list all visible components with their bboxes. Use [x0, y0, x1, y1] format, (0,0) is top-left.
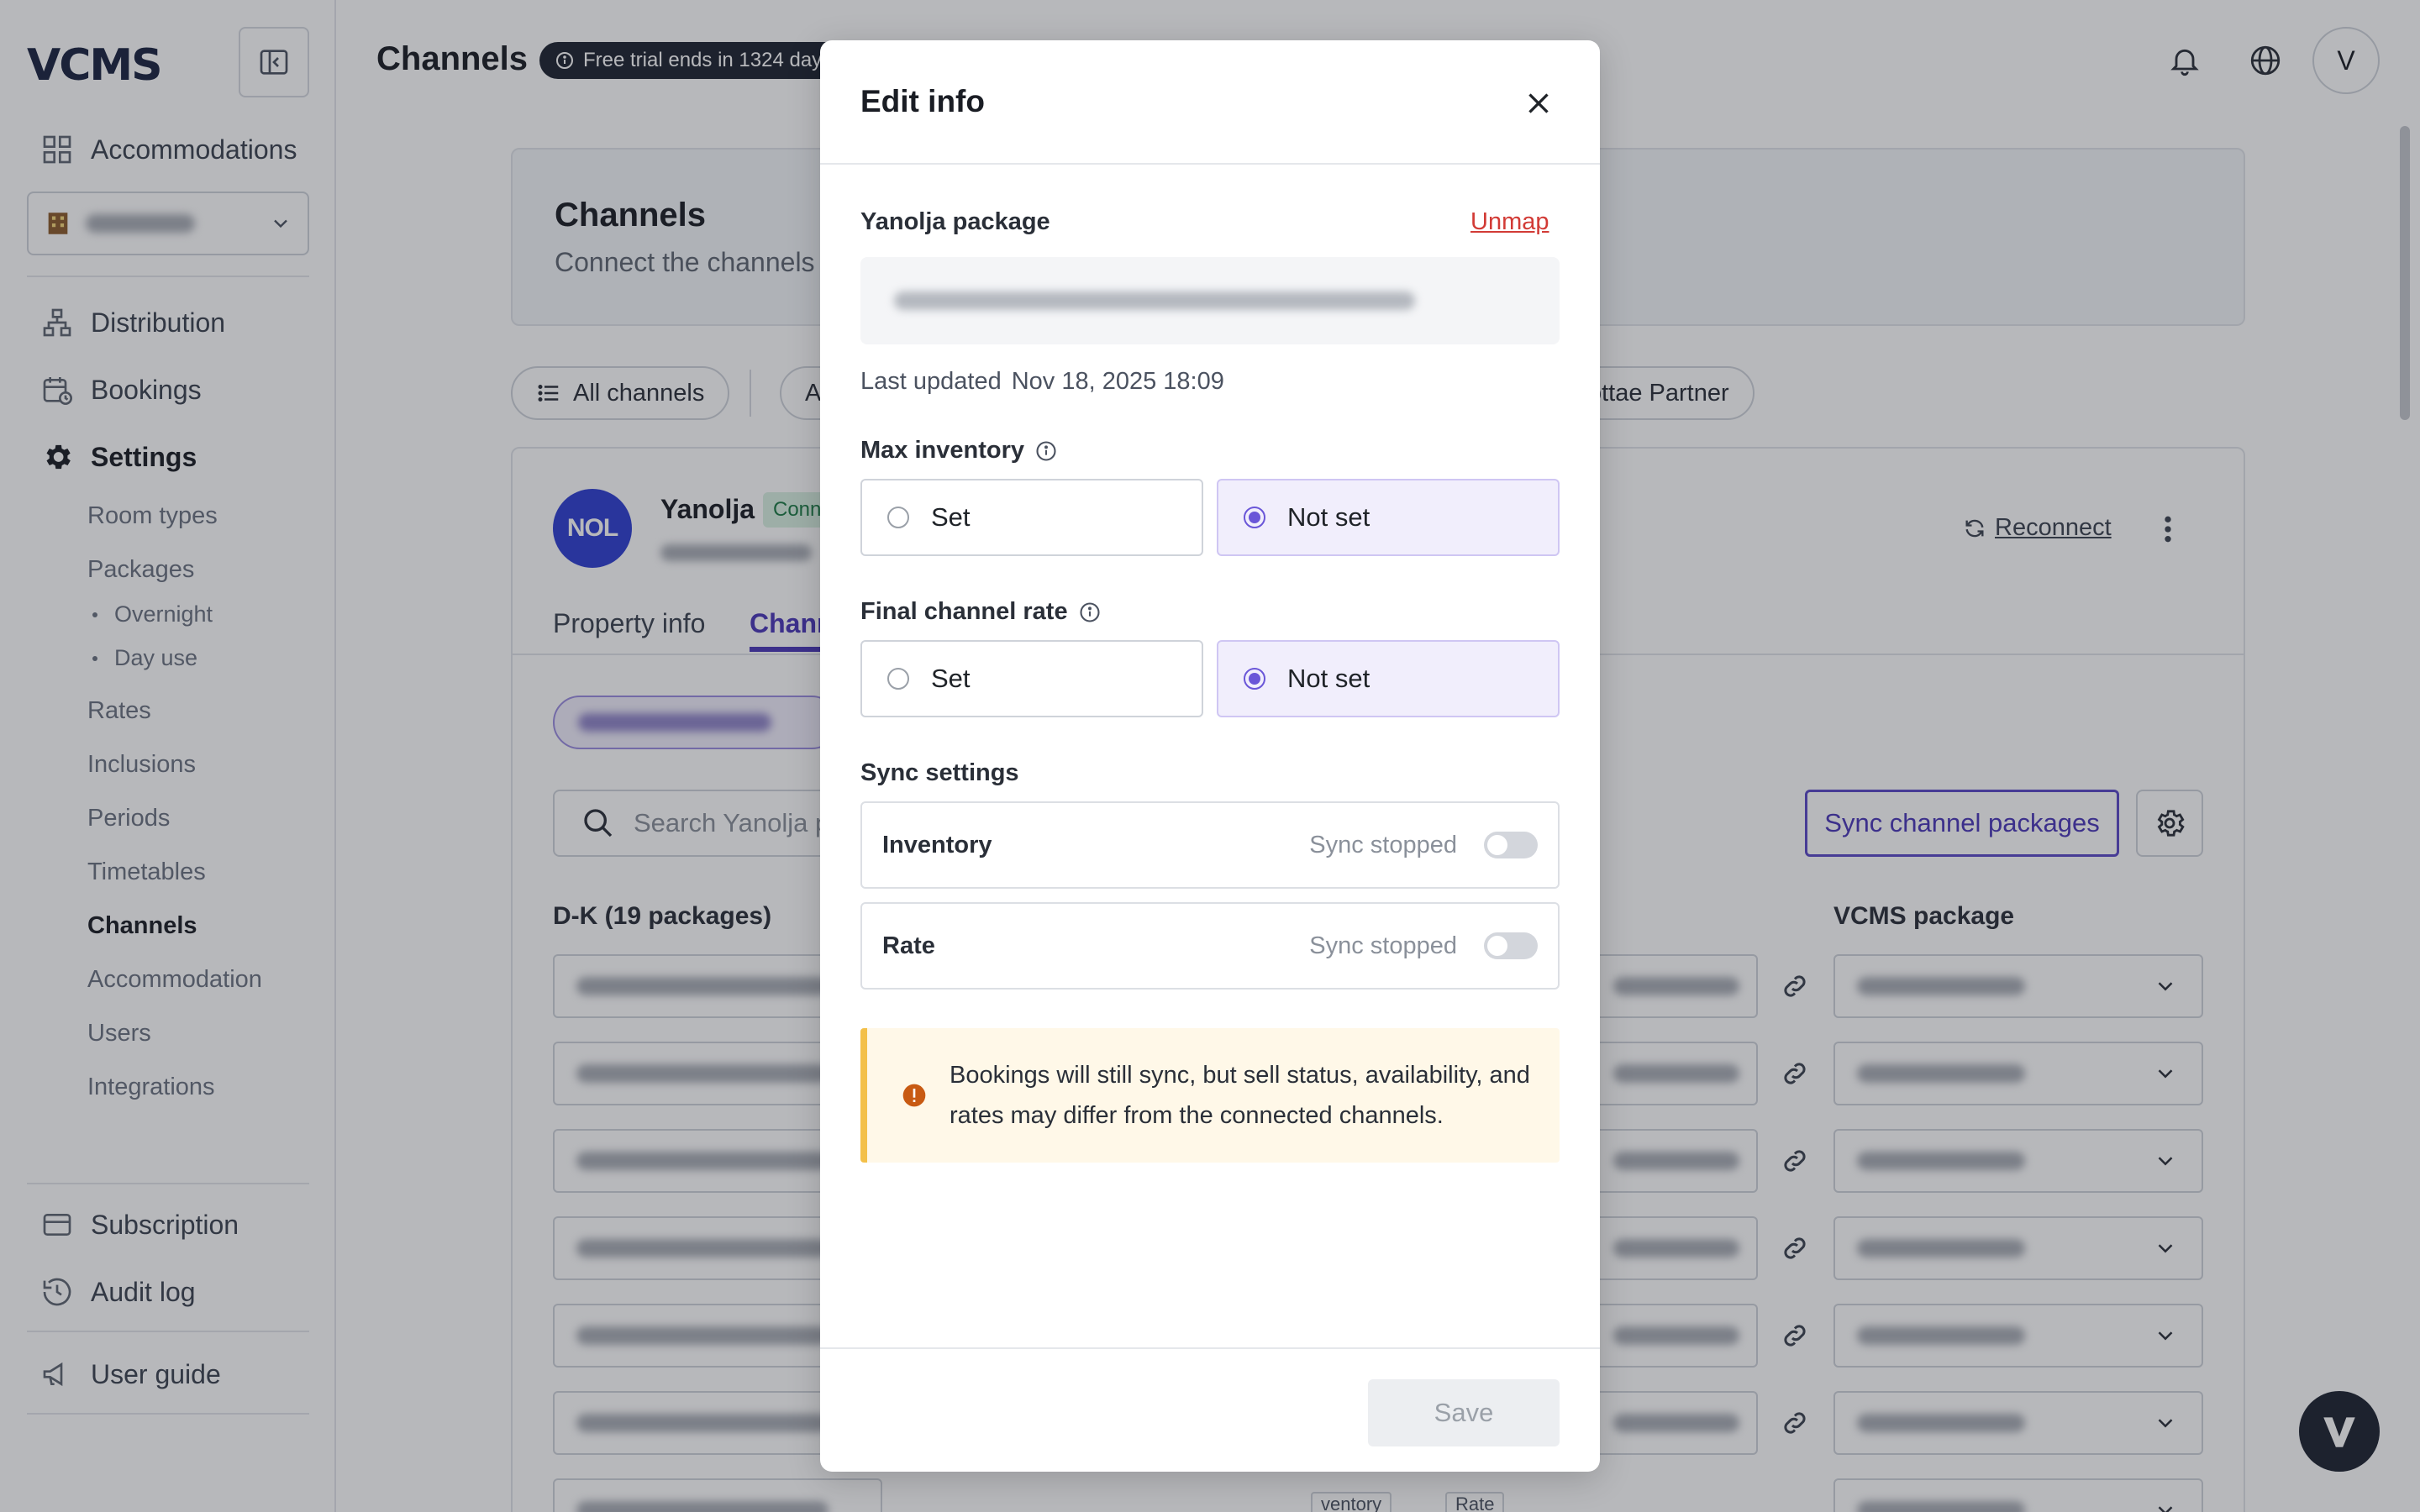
option-not-set-label: Not set: [1287, 664, 1370, 693]
final-rate-set-option[interactable]: Set: [860, 640, 1203, 717]
modal-footer: Save: [820, 1347, 1600, 1472]
max-inventory-set-option[interactable]: Set: [860, 479, 1203, 556]
last-updated: Last updated Nov 18, 2025 18:09: [860, 368, 1224, 396]
radio-checked: [1244, 668, 1265, 690]
option-set-label: Set: [931, 502, 971, 532]
sync-settings-label: Sync settings: [860, 759, 1019, 786]
unmap-button[interactable]: Unmap: [1470, 208, 1549, 236]
max-inventory-label-row: Max inventory: [860, 437, 1058, 465]
modal-header: Edit info: [820, 40, 1600, 165]
close-icon: [1528, 93, 1549, 113]
sync-rate-status: Sync stopped: [1309, 932, 1457, 959]
modal-title: Edit info: [860, 84, 985, 118]
sync-inventory-status: Sync stopped: [1309, 831, 1457, 858]
final-rate-not-set-option[interactable]: Not set: [1217, 640, 1560, 717]
info-icon[interactable]: [1078, 601, 1102, 624]
sync-inventory-toggle[interactable]: [1484, 832, 1538, 858]
close-modal-button[interactable]: [1518, 82, 1560, 124]
yanolja-package-redacted: [894, 291, 1415, 310]
max-inventory-label: Max inventory: [860, 437, 1024, 464]
edit-info-modal: Edit info Yanolja package Unmap Last upd…: [820, 40, 1600, 1472]
sync-rate-label: Rate: [882, 932, 935, 959]
final-rate-label-row: Final channel rate: [860, 598, 1102, 626]
radio-checked: [1244, 507, 1265, 528]
final-rate-label: Final channel rate: [860, 598, 1068, 625]
option-set-label: Set: [931, 664, 971, 693]
radio-unchecked: [887, 507, 909, 528]
sync-warning-alert: Bookings will still sync, but sell statu…: [860, 1028, 1560, 1163]
option-not-set-label: Not set: [1287, 502, 1370, 532]
warning-icon: [902, 1084, 926, 1107]
max-inventory-not-set-option[interactable]: Not set: [1217, 479, 1560, 556]
radio-unchecked: [887, 668, 909, 690]
sync-rate-toggle[interactable]: [1484, 932, 1538, 959]
save-button[interactable]: Save: [1368, 1379, 1560, 1446]
info-icon[interactable]: [1034, 439, 1058, 463]
last-updated-label: Last updated: [860, 368, 1002, 395]
yanolja-package-label: Yanolja package: [860, 208, 1050, 235]
sync-warning-text: Bookings will still sync, but sell statu…: [950, 1062, 1530, 1129]
sync-rate-row: Rate Sync stopped: [860, 902, 1560, 990]
last-updated-value: Nov 18, 2025 18:09: [1011, 368, 1224, 395]
yanolja-package-field: [860, 257, 1560, 344]
sync-inventory-label: Inventory: [882, 831, 992, 858]
sync-inventory-row: Inventory Sync stopped: [860, 801, 1560, 889]
